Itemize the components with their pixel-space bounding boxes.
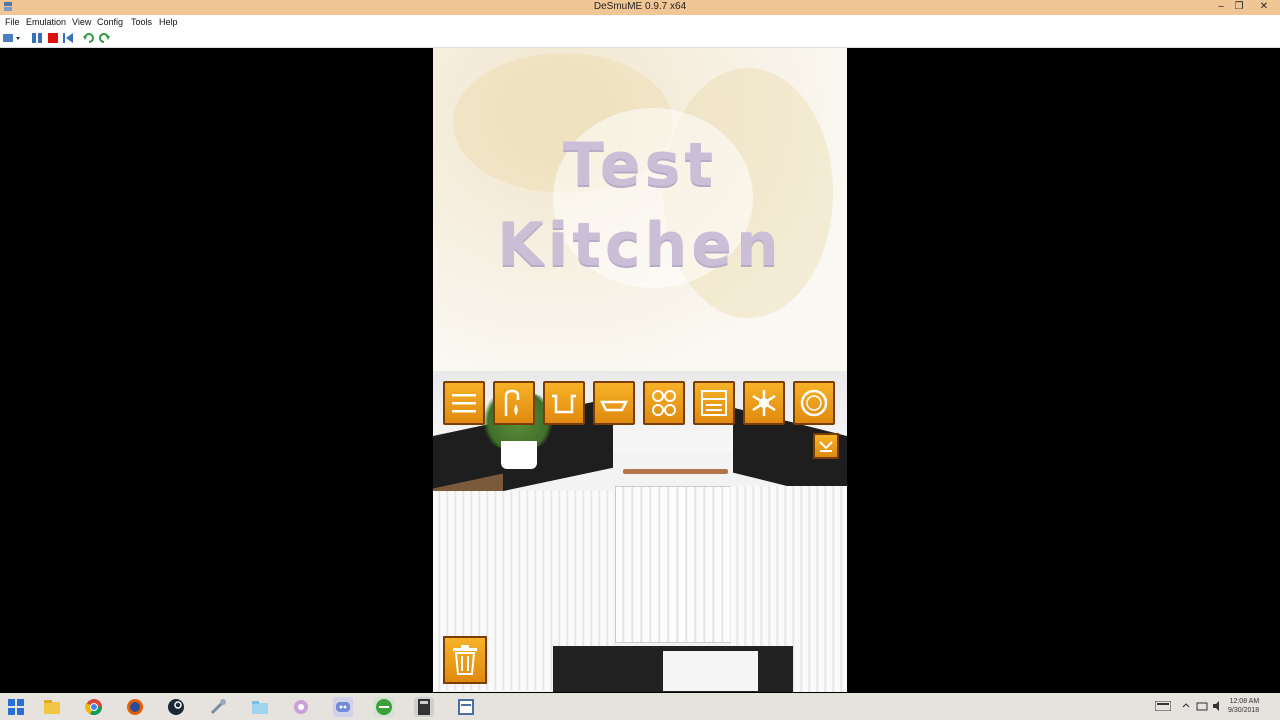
pan-tool-button[interactable] [593,381,635,425]
toolbar [0,29,1280,48]
rotate-left-icon[interactable] [83,32,95,44]
windows-start-icon[interactable] [6,697,26,717]
network-icon[interactable] [1196,700,1208,712]
menu-file[interactable]: File [5,17,20,27]
tool-icon[interactable] [208,697,228,717]
freezer-tool-button[interactable] [743,381,785,425]
firefox-icon[interactable] [125,697,145,717]
kitchen-rug [663,651,758,691]
restore-button[interactable]: ❐ [1231,1,1247,13]
file-explorer-icon[interactable] [42,697,62,717]
center-cabinet [615,486,732,643]
towel-bar [623,469,728,474]
clock-date: 9/30/2018 [1228,707,1260,714]
title-bar: DeSmuME 0.9.7 x64 – ❐ ✕ [0,0,1280,15]
menu-tool-button[interactable] [443,381,485,425]
chevron-up-icon[interactable] [1182,701,1190,711]
ds-top-screen: Test Kitchen [433,48,847,371]
oven-tool-button[interactable] [693,381,735,425]
app-icon-2[interactable] [374,697,394,717]
reset-icon[interactable] [62,32,74,44]
menu-icon [452,394,476,413]
faucet-icon [504,389,520,416]
game-title-line2: Kitchen [497,210,783,280]
menu-bar: File Emulation View Config Tools Help [0,15,1280,29]
minimize-button[interactable]: – [1213,1,1229,13]
switch-view-button[interactable] [813,433,839,459]
clock-time: 12:08 AM [1229,698,1260,705]
sink-tool-button[interactable] [493,381,535,425]
folder-icon[interactable] [250,697,270,717]
calculator-icon[interactable] [414,697,434,717]
plate-icon [800,389,828,417]
taskbar: 12:08 AM 9/30/2018 [0,693,1280,720]
close-button[interactable]: ✕ [1256,1,1272,13]
game-title-line1: Test [562,130,718,200]
pan-icon [600,400,628,412]
volume-icon[interactable] [1212,700,1224,712]
keyboard-icon[interactable] [1155,701,1171,711]
oven-icon [701,390,727,416]
stovetop-tool-button[interactable] [643,381,685,425]
trash-button[interactable] [443,636,487,684]
menu-emulation[interactable]: Emulation [26,17,66,27]
menu-config[interactable]: Config [97,17,123,27]
pot-tool-button[interactable] [543,381,585,425]
app-icon[interactable] [291,697,311,717]
chrome-icon[interactable] [84,697,104,717]
system-clock[interactable]: 12:08 AM 9/30/2018 [1228,697,1259,715]
rotate-right-icon[interactable] [98,32,110,44]
stovetop-icon [652,390,676,416]
menu-help[interactable]: Help [159,17,178,27]
menu-view[interactable]: View [72,17,91,27]
freezer-icon [752,390,776,416]
pot-icon [552,394,576,414]
pause-icon[interactable] [31,32,43,44]
stop-icon[interactable] [47,32,59,44]
steam-icon[interactable] [166,697,186,717]
discord-icon[interactable] [333,697,353,717]
plate-tool-button[interactable] [793,381,835,425]
switch-view-icon [819,441,833,452]
app-icon-3[interactable] [456,697,476,717]
plant-pot [501,441,537,469]
ds-bottom-screen[interactable] [433,371,847,692]
open-rom-icon[interactable] [3,32,23,44]
menu-tools[interactable]: Tools [131,17,152,27]
window-title: DeSmuME 0.9.7 x64 [593,1,687,12]
trash-icon [453,645,477,675]
